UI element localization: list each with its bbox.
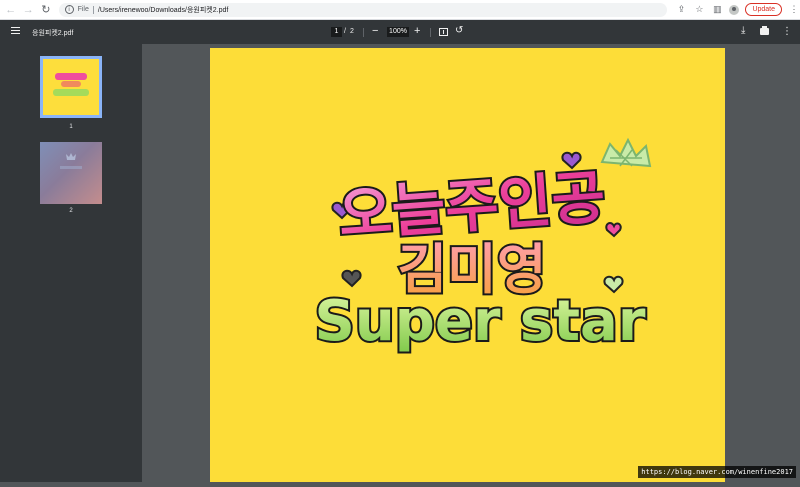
pdf-title: 응원피켓2.pdf (32, 30, 74, 37)
crown-icon (600, 137, 652, 168)
toolbar-divider (430, 28, 431, 37)
thumbnail-label-1: 1 (69, 124, 73, 130)
download-icon[interactable]: ⤓ (741, 25, 745, 36)
forward-button[interactable]: → (22, 3, 36, 17)
side-panel-icon[interactable]: ▥ (711, 4, 723, 16)
rotate-icon[interactable]: ↺ (455, 25, 463, 36)
url-divider (92, 5, 94, 14)
page-artwork: 오늘주인공 김미영 Super star (313, 137, 652, 356)
share-icon[interactable]: ⇪ (675, 4, 687, 16)
chrome-menu-icon[interactable]: ⋮ (788, 4, 800, 16)
heart-icon (605, 222, 622, 238)
page-thumbnail-2[interactable] (40, 142, 102, 204)
page-number-input[interactable]: 1 (331, 27, 342, 37)
fit-to-page-icon[interactable] (439, 28, 448, 36)
browser-toolbar: ← → ↻ i File /Users/irenewoo/Downloads/응… (0, 0, 800, 20)
artwork-line-3: Super star (315, 289, 646, 354)
page-thumbnail-1[interactable] (40, 56, 102, 118)
zoom-in-button[interactable]: + (414, 25, 420, 37)
pdf-toolbar: 응원피켓2.pdf 1 / 2 − 100% + ↺ ⤓ ⋮ (0, 20, 800, 44)
pdf-viewer[interactable]: 오늘주인공 김미영 Super star https://blog.naver.… (142, 44, 800, 482)
update-button[interactable]: Update (745, 3, 783, 16)
bookmark-star-icon[interactable]: ☆ (693, 4, 705, 16)
print-icon[interactable] (760, 26, 769, 35)
profile-avatar[interactable] (729, 4, 740, 15)
artwork-line-1: 오늘주인공 (336, 163, 607, 249)
more-options-icon[interactable]: ⋮ (782, 26, 792, 37)
pdf-page: 오늘주인공 김미영 Super star (210, 48, 725, 482)
url-text: /Users/irenewoo/Downloads/응원피켓2.pdf (97, 6, 229, 14)
url-scheme: File (77, 6, 89, 13)
zoom-level-input[interactable]: 100% (387, 27, 409, 37)
back-button[interactable]: ← (4, 3, 18, 17)
thumbnail-artwork (43, 59, 99, 115)
toolbar-divider (363, 28, 364, 37)
page-total: 2 (350, 28, 354, 35)
thumbnail-label-2: 2 (69, 208, 73, 214)
watermark-text: https://blog.naver.com/winenfine2017 (638, 466, 796, 478)
heart-icon (341, 269, 362, 288)
reload-button[interactable]: ↻ (39, 3, 53, 17)
zoom-out-button[interactable]: − (372, 25, 378, 37)
thumbnail-sidebar: 1 2 (0, 44, 142, 482)
info-icon[interactable]: i (64, 5, 74, 14)
page-separator: / (344, 28, 346, 35)
address-bar[interactable]: i File /Users/irenewoo/Downloads/응원피켓2.p… (58, 2, 668, 17)
thumbnail-artwork (60, 153, 82, 169)
sidebar-menu-icon[interactable] (11, 27, 20, 36)
